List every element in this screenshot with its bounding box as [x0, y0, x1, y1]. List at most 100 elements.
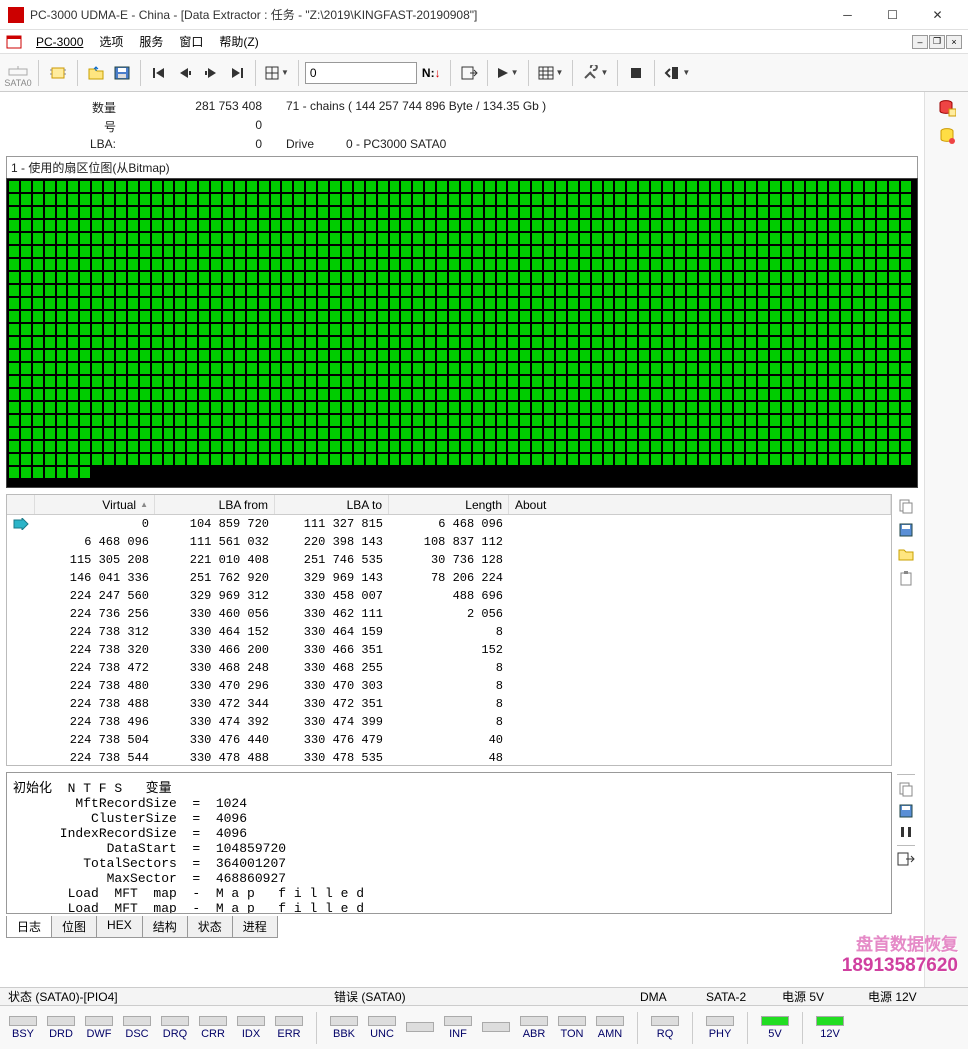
db-yellow-button[interactable] [935, 124, 959, 148]
bitmap-cell [496, 388, 508, 401]
bitmap-cell [603, 310, 615, 323]
log-pause-button[interactable] [899, 825, 913, 839]
bitmap-cell [163, 232, 175, 245]
close-button[interactable]: ✕ [915, 1, 960, 29]
maximize-button[interactable]: ☐ [870, 1, 915, 29]
mdi-minimize[interactable]: – [912, 35, 928, 49]
table-cell: 224 738 544 [35, 751, 155, 765]
mdi-close[interactable]: × [946, 35, 962, 49]
bitmap-cell [769, 258, 781, 271]
play-button[interactable]: ▼ [494, 59, 522, 87]
table-row[interactable]: 224 738 544330 478 488330 478 53548 [7, 749, 891, 765]
tab-位图[interactable]: 位图 [51, 916, 97, 938]
menu-help[interactable]: 帮助(Z) [213, 31, 264, 52]
bitmap-cell [781, 219, 793, 232]
bitmap-cell [67, 414, 79, 427]
th-length[interactable]: Length [389, 495, 509, 514]
bitmap-cell [67, 180, 79, 193]
table-row[interactable]: 224 738 320330 466 200330 466 351152 [7, 641, 891, 659]
bitmap-cell [127, 219, 139, 232]
tab-HEX[interactable]: HEX [96, 916, 143, 938]
table-row[interactable]: 224 247 560329 969 312330 458 007488 696 [7, 587, 891, 605]
bitmap-cell [20, 440, 32, 453]
menu-app[interactable]: PC-3000 [30, 33, 89, 51]
tools-button[interactable]: ▼ [579, 59, 611, 87]
bitmap-cell [769, 193, 781, 206]
bitmap-cell [186, 323, 198, 336]
th-virtual[interactable]: Virtual▲ [35, 495, 155, 514]
nav-next-button[interactable] [199, 59, 223, 87]
table-open-button[interactable] [896, 544, 916, 564]
log-text[interactable]: 初始化 N T F S 变量 MftRecordSize = 1024 Clus… [6, 772, 892, 914]
tab-进程[interactable]: 进程 [232, 916, 278, 938]
bitmap-cell [115, 180, 127, 193]
log-copy-button[interactable] [898, 781, 914, 797]
bitmap-cell [721, 258, 733, 271]
bitmap-cell [531, 180, 543, 193]
db-red-button[interactable] [935, 96, 959, 120]
table-copy-button[interactable] [896, 496, 916, 516]
minimize-button[interactable]: ─ [825, 1, 870, 29]
bitmap-cell [8, 245, 20, 258]
chip-button[interactable] [45, 59, 71, 87]
table-row[interactable]: 6 468 096111 561 032220 398 143108 837 1… [7, 533, 891, 551]
log-export-button[interactable] [897, 852, 915, 866]
bitmap-cell [163, 206, 175, 219]
export-button[interactable] [457, 59, 481, 87]
exit-button[interactable]: ▼ [661, 59, 693, 87]
bitmap-cell [840, 336, 852, 349]
tab-日志[interactable]: 日志 [6, 916, 52, 938]
bitmap-cell [448, 362, 460, 375]
table-cell: 224 738 312 [35, 625, 155, 639]
led-ERR: ERR [272, 1016, 306, 1040]
grid-button[interactable]: ▼ [262, 59, 292, 87]
table-row[interactable]: 224 738 472330 468 248330 468 2558 [7, 659, 891, 677]
tab-结构[interactable]: 结构 [142, 916, 188, 938]
port-button[interactable]: SATA0 [4, 59, 32, 87]
open-task-button[interactable] [84, 59, 108, 87]
bitmap-cell [828, 427, 840, 440]
bitmap-cell [412, 453, 424, 466]
bitmap-cell [614, 232, 626, 245]
bitmap-cell [400, 362, 412, 375]
th-lba-to[interactable]: LBA to [275, 495, 389, 514]
bitmap-cell [234, 375, 246, 388]
table-row[interactable]: 224 738 496330 474 392330 474 3998 [7, 713, 891, 731]
bitmap-cell [365, 271, 377, 284]
goto-button[interactable]: N:↓ [419, 59, 444, 87]
mdi-restore[interactable]: ❐ [929, 35, 945, 49]
table-row[interactable]: 224 738 480330 470 296330 470 3038 [7, 677, 891, 695]
address-input[interactable] [305, 62, 417, 84]
table-body[interactable]: 0104 859 720111 327 8156 468 0966 468 09… [7, 515, 891, 765]
settings-grid-button[interactable]: ▼ [535, 59, 567, 87]
bitmap-cell [210, 206, 222, 219]
table-row[interactable]: 146 041 336251 762 920329 969 14378 206 … [7, 569, 891, 587]
tab-状态[interactable]: 状态 [187, 916, 233, 938]
menu-options[interactable]: 选项 [93, 31, 129, 52]
log-save-button[interactable] [898, 803, 914, 819]
table-row[interactable]: 224 736 256330 460 056330 462 1112 056 [7, 605, 891, 623]
stop-button[interactable] [624, 59, 648, 87]
bitmap-cell [270, 388, 282, 401]
table-cell: 330 470 303 [275, 679, 389, 693]
table-save-button[interactable] [896, 520, 916, 540]
bitmap-cell [828, 284, 840, 297]
save-task-button[interactable] [110, 59, 134, 87]
table-row[interactable]: 224 738 488330 472 344330 472 3518 [7, 695, 891, 713]
bitmap-cell [210, 323, 222, 336]
table-row[interactable]: 115 305 208221 010 408251 746 53530 736 … [7, 551, 891, 569]
menu-window[interactable]: 窗口 [173, 31, 209, 52]
nav-first-button[interactable] [147, 59, 171, 87]
menu-service[interactable]: 服务 [133, 31, 169, 52]
th-lba-from[interactable]: LBA from [155, 495, 275, 514]
table-row[interactable]: 224 738 504330 476 440330 476 47940 [7, 731, 891, 749]
th-icon[interactable] [7, 495, 35, 514]
th-about[interactable]: About [509, 495, 891, 514]
bitmap-cell [484, 219, 496, 232]
table-row[interactable]: 224 738 312330 464 152330 464 1598 [7, 623, 891, 641]
nav-prev-button[interactable] [173, 59, 197, 87]
bitmap-area[interactable] [6, 178, 918, 488]
table-clip-button[interactable] [896, 568, 916, 588]
table-row[interactable]: 0104 859 720111 327 8156 468 096 [7, 515, 891, 533]
nav-last-button[interactable] [225, 59, 249, 87]
